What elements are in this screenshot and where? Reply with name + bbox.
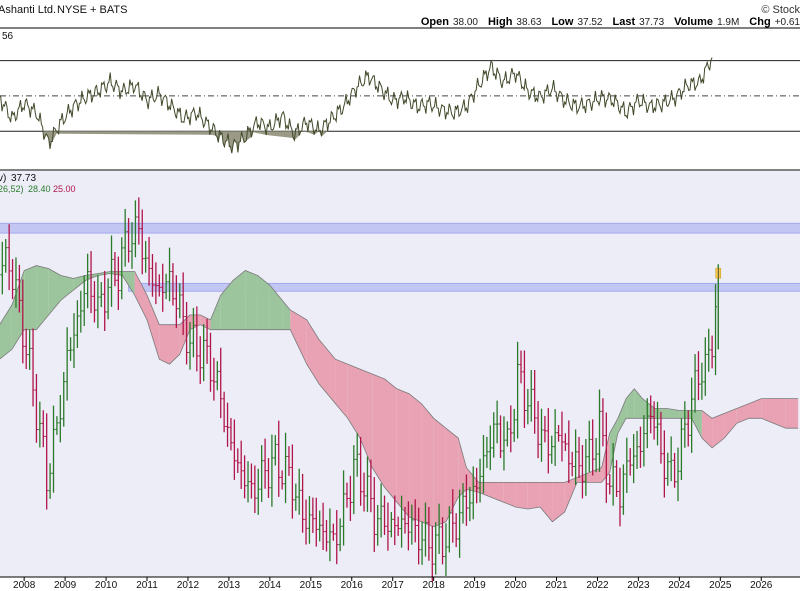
x-tick-label: 2013 [218,580,241,591]
x-tick-label: 2025 [709,580,732,591]
x-tick-label: 2016 [341,580,364,591]
ichimoku-value-1: 28.40 [28,184,51,194]
cloud-segment [396,388,410,517]
x-tick-label: 2023 [627,580,650,591]
stock-chart: Ashanti Ltd. NYSE + BATS © Stock +0.61 Ch… [0,0,800,591]
indicator-label: 56 [2,31,14,42]
cloud-segment [159,324,170,365]
quote-value: +0.61 [775,17,800,28]
quote-label: Low [551,16,573,28]
x-tick-label: 2008 [13,580,36,591]
x-axis: 2007200820092010201120122013201420152016… [13,577,773,591]
quote-label: Volume [674,16,713,28]
x-tick-label: 2011 [136,580,158,591]
resistance-zone [0,222,800,234]
quote-value: 38.63 [516,17,541,28]
quote-value: 38.00 [453,17,478,28]
ichimoku-value-2: 25.00 [53,184,76,194]
x-tick-label: 2022 [586,580,609,591]
x-tick-label: 2020 [504,580,527,591]
x-tick-label: 2019 [463,580,486,591]
cloud-segment [245,270,258,330]
exchange-label: NYSE + BATS [57,4,127,16]
x-tick-label: 2012 [177,580,200,591]
quote-value: 37.73 [639,17,664,28]
cloud-segment [433,418,446,527]
quote-value: 37.52 [577,17,602,28]
cloud-segment [527,482,541,509]
price-label-prefix: v) [0,173,6,184]
x-tick-label: 2015 [300,580,323,591]
cloud-segment [785,398,799,429]
quote-label: Open [421,16,449,28]
quote-value: 1.9M [717,17,739,28]
x-tick-label: 2017 [382,580,405,591]
x-tick-label: 2024 [668,580,691,591]
x-tick-label: 2010 [95,580,118,591]
x-tick-label: 2026 [750,580,773,591]
cloud-segment [421,403,434,527]
cloud-segment [515,482,528,509]
x-tick-label: 2018 [423,580,446,591]
cloud-segment [24,265,37,330]
brand-label: © Stock [761,4,800,16]
cloud-segment [679,410,692,419]
x-tick-label: 2021 [545,580,568,591]
quote-label: High [488,16,513,28]
last-price-label: 37.73 [11,173,36,184]
x-tick-label: 2009 [54,580,77,591]
last-price-marker [715,267,722,279]
cloud-segment [384,378,397,503]
chart-title: Ashanti Ltd. [0,4,56,16]
x-tick-label: 2014 [259,580,282,591]
ichimoku-label: 26,52) [0,184,24,194]
quote-label: Last [612,16,635,28]
quote-label: Chg [749,16,770,28]
